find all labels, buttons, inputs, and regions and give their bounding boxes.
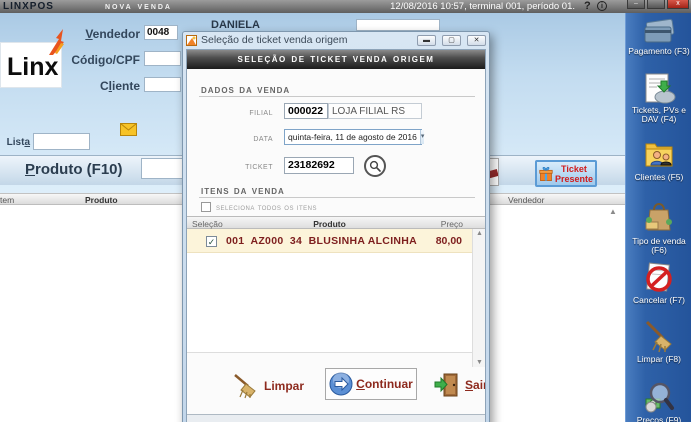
ticket-presente-button[interactable]: Ticket Presente	[535, 160, 597, 187]
dialog-titlebar[interactable]: Seleção de ticket venda origem ▬ ▢ ✕	[183, 32, 489, 48]
produto-label: Produto (F10)	[25, 161, 123, 178]
pos-root: LINXPOS Nova venda 12/08/2016 10:57, ter…	[0, 0, 691, 422]
payment-cards-icon	[644, 18, 675, 43]
section-divider-2	[199, 197, 475, 198]
page-title: Nova venda	[105, 1, 172, 12]
clients-folder-icon	[645, 143, 673, 167]
cliente-input[interactable]	[144, 77, 181, 92]
ticket-presente-label: Ticket Presente	[554, 163, 593, 184]
items-table-header: Seleção Produto Preço	[187, 216, 485, 229]
sidebar-item-limpar[interactable]: Limpar (F8)	[626, 318, 691, 364]
info-icon[interactable]: i	[597, 1, 607, 11]
select-all-checkbox[interactable]	[201, 202, 211, 212]
close-button[interactable]: x	[667, 0, 689, 9]
help-icon[interactable]: ?	[584, 0, 591, 12]
ticket-search-button[interactable]	[364, 155, 386, 177]
item-produto: 001 AZ000 34 BLUSINHA ALCINHA	[226, 235, 418, 247]
vendedor-column-header: Vendedor	[508, 195, 545, 205]
lista-input[interactable]	[33, 133, 90, 150]
sidebar-item-precos[interactable]: Preços (F9)	[626, 381, 691, 422]
dialog-body: Seleção de ticket venda origem Dados da …	[186, 49, 486, 422]
vendedor-input[interactable]: 0048	[144, 25, 178, 40]
item-column-header: tem	[0, 195, 15, 205]
cancel-icon	[646, 262, 672, 292]
data-dropdown[interactable]: quinta-feira, 11 de agosto de 2016 ▾	[284, 129, 425, 145]
status-datetime: 12/08/2016 10:57, terminal 001, período …	[390, 1, 575, 12]
ticket-selection-dialog: Seleção de ticket venda origem ▬ ▢ ✕ Sel…	[182, 31, 490, 422]
section-divider	[199, 96, 475, 97]
items-table: Seleção Produto Preço 001 AZ000 34 BLUSI…	[187, 216, 485, 367]
filial-name-field: LOJA FILIAL RS	[328, 103, 422, 119]
function-sidebar: Pagamento (F3) Tickets, PVs e DAV (F4) C…	[625, 13, 691, 422]
top-right-input[interactable]	[356, 19, 440, 31]
continuar-button[interactable]: Continuar	[325, 368, 417, 400]
sidebar-item-tipo-de-venda[interactable]: Tipo de venda (F6)	[626, 200, 691, 255]
vendedor-name: DANIELA	[211, 19, 260, 31]
vendedor-label: Vendedor	[85, 27, 140, 41]
search-icon	[369, 160, 381, 172]
maximize-button[interactable]	[647, 0, 665, 9]
minimize-button[interactable]: –	[627, 0, 645, 9]
itens-venda-section-title: Itens da venda	[201, 183, 285, 197]
shopping-bag-icon	[645, 203, 672, 231]
item-checkbox[interactable]	[206, 236, 217, 247]
dialog-buttons-row: Limpar Continuar Sai	[187, 368, 485, 408]
lista-label: Lista	[6, 137, 30, 148]
produto-column-header: Produto	[85, 195, 118, 205]
sidebar-item-cancelar[interactable]: Cancelar (F7)	[626, 261, 691, 305]
envelope-icon[interactable]	[120, 123, 137, 136]
sidebar-item-clientes[interactable]: Clientes (F5)	[626, 138, 691, 182]
filial-label: Filial	[249, 106, 273, 118]
dados-venda-section-title: Dados da venda	[201, 82, 291, 96]
dropdown-arrow-icon: ▾	[419, 130, 425, 144]
cliente-label: Cliente	[99, 79, 140, 93]
tickets-document-icon	[645, 73, 676, 104]
scroll-up-icon[interactable]: ▲	[473, 230, 485, 237]
dialog-footer	[187, 415, 485, 422]
price-search-icon	[645, 382, 674, 413]
limpar-button[interactable]: Limpar	[231, 372, 304, 400]
gift-icon	[539, 166, 553, 181]
filial-code-input[interactable]: 000022	[284, 103, 328, 119]
dialog-maximize-button[interactable]: ▢	[442, 34, 461, 46]
sidebar-item-tickets-pvs-dav[interactable]: Tickets, PVs e DAV (F4)	[626, 73, 691, 124]
app-titlebar: LINXPOS Nova venda 12/08/2016 10:57, ter…	[0, 0, 691, 13]
sair-button[interactable]: Sair	[434, 372, 485, 398]
app-logo-text: LINXPOS	[3, 1, 54, 12]
dialog-minimize-button[interactable]: ▬	[417, 34, 436, 46]
ticket-input[interactable]: 23182692	[284, 157, 354, 174]
produto-column-header-dialog: Produto	[313, 219, 346, 229]
dialog-close-button[interactable]: ✕	[467, 34, 486, 46]
dialog-icon	[186, 34, 197, 46]
sidebar-item-pagamento[interactable]: Pagamento (F3)	[626, 18, 691, 56]
item-preco: 80,00	[435, 235, 462, 247]
grid-scroll-up-icon[interactable]: ▲	[609, 207, 617, 216]
items-table-scrollbar[interactable]: ▲ ▼	[472, 229, 485, 367]
ticket-label: Ticket	[245, 160, 273, 172]
dialog-title: Seleção de ticket venda origem	[201, 34, 348, 46]
codigo-cpf-label: Código/CPF	[71, 53, 140, 67]
dialog-header-band: Seleção de ticket venda origem	[187, 50, 485, 69]
select-all-row[interactable]: Seleciona todos os itens	[201, 202, 317, 212]
codigo-cpf-input[interactable]	[144, 51, 181, 66]
exit-door-icon	[434, 373, 458, 397]
broom-icon	[645, 320, 672, 353]
continue-arrow-icon	[329, 372, 353, 396]
preco-column-header: Preço	[440, 219, 463, 229]
select-all-label: Seleciona todos os itens	[216, 202, 317, 212]
ticket-item-row[interactable]: 001 AZ000 34 BLUSINHA ALCINHA 80,00	[187, 229, 472, 253]
broom-icon	[234, 374, 256, 399]
scroll-down-icon[interactable]: ▼	[473, 359, 485, 366]
data-label: Data	[253, 132, 273, 144]
items-table-empty-area	[187, 253, 472, 353]
